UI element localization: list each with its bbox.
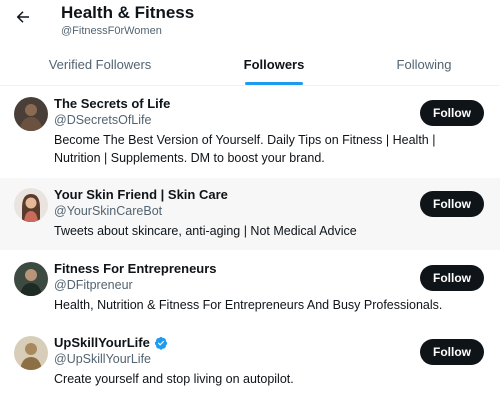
back-arrow-icon[interactable]	[12, 6, 34, 28]
verified-badge-icon	[154, 336, 167, 350]
page-title: Health & Fitness	[61, 3, 195, 22]
user-bio: Create yourself and stop living on autop…	[54, 372, 294, 386]
tab-followers[interactable]: Followers	[200, 44, 348, 85]
tab-verified-followers[interactable]: Verified Followers	[0, 44, 200, 85]
user-bio: Tweets about skincare, anti-aging | Not …	[54, 224, 357, 238]
tab-following[interactable]: Following	[348, 44, 500, 85]
follow-button[interactable]: Follow	[420, 191, 484, 217]
user-display-name[interactable]: Fitness For Entrepreneurs	[54, 261, 217, 276]
page-handle: @FitnessF0rWomen	[61, 25, 162, 37]
user-row[interactable]: The Secrets of Life @DSecretsOfLife Beco…	[0, 87, 500, 178]
tab-label: Followers	[243, 57, 305, 72]
user-handle[interactable]: @UpSkillYourLife	[54, 352, 151, 366]
user-bio: Become The Best Version of Yourself. Dai…	[54, 133, 436, 165]
tab-bar: Verified Followers Followers Following	[0, 44, 500, 86]
user-row[interactable]: UpSkillYourLife @UpSkillYourLife Create …	[0, 326, 500, 400]
user-display-name[interactable]: Your Skin Friend | Skin Care	[54, 187, 228, 202]
follow-button[interactable]: Follow	[420, 339, 484, 365]
avatar[interactable]	[14, 97, 48, 131]
user-handle[interactable]: @DSecretsOfLife	[54, 113, 151, 127]
user-row[interactable]: Your Skin Friend | Skin Care @YourSkinCa…	[0, 178, 500, 250]
follow-button[interactable]: Follow	[420, 265, 484, 291]
avatar[interactable]	[14, 336, 48, 370]
user-bio: Health, Nutrition & Fitness For Entrepre…	[54, 298, 443, 312]
active-tab-indicator	[245, 82, 303, 85]
user-handle[interactable]: @YourSkinCareBot	[54, 204, 162, 218]
avatar[interactable]	[14, 188, 48, 222]
user-handle[interactable]: @DFitpreneur	[54, 278, 133, 292]
tab-label: Following	[396, 57, 452, 72]
page-header: Health & Fitness @FitnessF0rWomen	[0, 0, 500, 44]
user-display-name[interactable]: The Secrets of Life	[54, 96, 170, 111]
avatar[interactable]	[14, 262, 48, 296]
follow-button[interactable]: Follow	[420, 100, 484, 126]
user-row[interactable]: Fitness For Entrepreneurs @DFitpreneur H…	[0, 252, 500, 324]
tab-label: Verified Followers	[48, 57, 152, 72]
user-display-name[interactable]: UpSkillYourLife	[54, 335, 168, 350]
